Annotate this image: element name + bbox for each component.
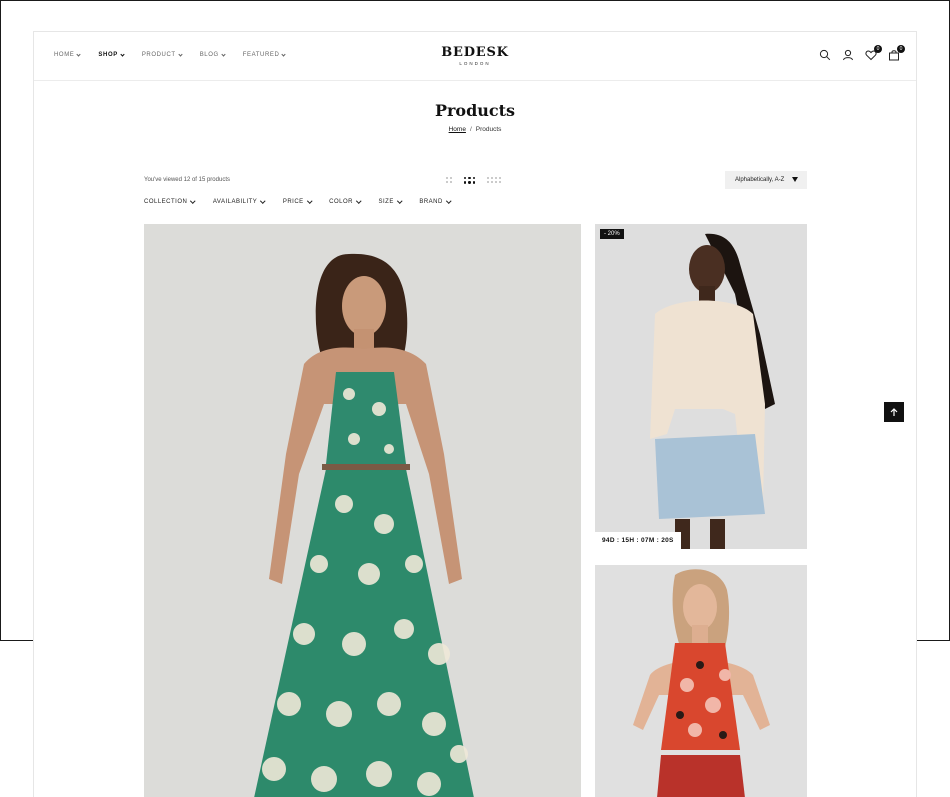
grid-3-columns-icon[interactable]	[464, 177, 476, 184]
product-image-floral-top	[595, 565, 807, 797]
chevron-down-icon	[260, 198, 266, 204]
chevron-down-icon	[190, 198, 196, 204]
filter-color[interactable]: COLOR	[329, 198, 362, 205]
grid-4-columns-icon[interactable]	[487, 177, 502, 184]
filter-availability[interactable]: AVAILABILITY	[212, 198, 266, 205]
grid-view-toggles	[446, 177, 502, 184]
filter-label: PRICE	[282, 199, 304, 205]
sort-selected-value: Alphabetically, A-Z	[735, 177, 785, 183]
page: HOME SHOP PRODUCT BLOG FEATURED BEDESK L…	[33, 31, 917, 797]
product-image-floral-dress	[144, 224, 581, 797]
chevron-down-icon	[306, 198, 312, 204]
grid-2-columns-icon[interactable]	[446, 177, 452, 184]
cart-count-badge: 0	[897, 45, 905, 53]
filter-label: COLLECTION	[144, 199, 188, 205]
filter-collection[interactable]: COLLECTION	[144, 198, 196, 205]
brand-logo[interactable]: BEDESK LONDON	[34, 45, 916, 66]
site-header: HOME SHOP PRODUCT BLOG FEATURED BEDESK L…	[34, 32, 916, 81]
filter-label: AVAILABILITY	[212, 199, 258, 205]
sort-select[interactable]: Alphabetically, A-Z	[725, 171, 807, 189]
arrow-up-icon	[890, 407, 898, 416]
search-icon[interactable]	[819, 49, 831, 61]
filter-size[interactable]: SIZE	[378, 198, 403, 205]
brand-subtitle: LONDON	[459, 61, 491, 66]
filter-label: SIZE	[378, 199, 394, 205]
chevron-down-icon	[356, 198, 362, 204]
filter-label: COLOR	[329, 199, 353, 205]
breadcrumb-home-link[interactable]: Home	[449, 126, 466, 133]
cart-icon[interactable]: 0	[888, 45, 905, 61]
caret-down-icon	[792, 177, 798, 182]
chevron-down-icon	[397, 198, 403, 204]
product-image-sweater	[595, 224, 807, 549]
product-count-text: You've viewed 12 of 15 products	[144, 177, 230, 183]
filter-brand[interactable]: BRAND	[419, 198, 452, 205]
back-to-top-button[interactable]	[884, 402, 904, 422]
header-icons: 0 0	[819, 45, 905, 61]
product-card-large[interactable]	[144, 224, 581, 797]
filter-bar: COLLECTION AVAILABILITY PRICE COLOR SIZE…	[144, 198, 452, 205]
sale-badge: - 20%	[600, 229, 624, 239]
account-icon[interactable]	[842, 49, 854, 61]
page-title: Products	[434, 101, 516, 120]
wishlist-icon[interactable]: 0	[865, 45, 882, 61]
breadcrumb-current: Products	[475, 126, 502, 133]
breadcrumb-separator: /	[469, 126, 472, 133]
breadcrumb: Home / Products	[34, 126, 916, 133]
countdown-timer: 94D : 15H : 07M : 20S	[595, 532, 681, 549]
filter-label: BRAND	[419, 199, 443, 205]
chevron-down-icon	[446, 198, 452, 204]
wishlist-count-badge: 0	[874, 45, 882, 53]
product-card-sweater[interactable]: - 20% 94D : 15H : 07M : 20S	[595, 224, 807, 549]
filter-price[interactable]: PRICE	[282, 198, 312, 205]
brand-name: BEDESK	[441, 45, 509, 60]
product-card-floral-top[interactable]	[595, 565, 807, 797]
